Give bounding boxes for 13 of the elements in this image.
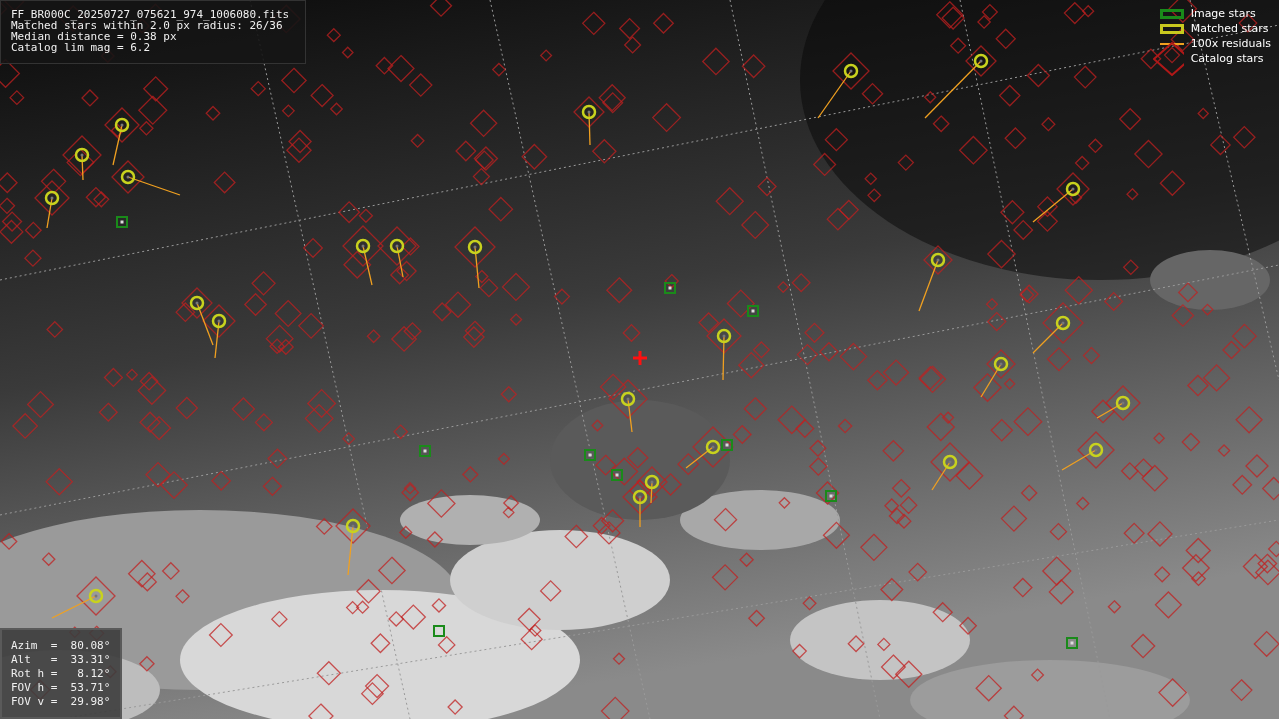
pointing-line: FOV v = 29.98° [11, 695, 111, 708]
legend-label: Image stars [1190, 8, 1256, 20]
legend-label: Matched stars [1190, 23, 1269, 35]
pointing-line: Alt = 33.31° [11, 653, 111, 666]
pointing-line: Azim = 80.08° [11, 639, 111, 652]
info-line: Median distance = 0.38 px [11, 31, 177, 42]
pointing-line: Rot h = 8.12° [11, 667, 111, 680]
info-line: FF_BR000C_20250727_075621_974_1006080.fits [11, 9, 291, 20]
legend-label: Catalog stars [1190, 53, 1264, 65]
info-line: Matched stars within 2.0 px radius: 26/36 [11, 20, 283, 31]
info-line: Catalog lim mag = 6.2 [11, 42, 152, 53]
legend-label: 100x residuals [1190, 38, 1271, 50]
pointing-line: FOV h = 53.71° [11, 681, 111, 694]
